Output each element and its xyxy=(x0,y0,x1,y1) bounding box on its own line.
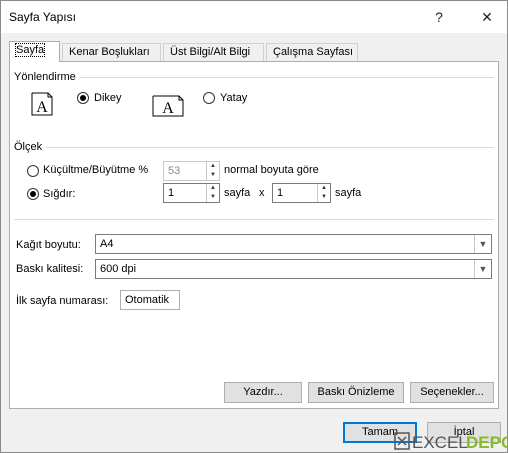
landscape-page-icon: A xyxy=(152,94,184,118)
adjust-suffix-label: normal boyuta göre xyxy=(224,164,319,176)
tab-sayfa-label: Sayfa xyxy=(14,43,46,57)
fit-wide-spinner-arrows[interactable]: ▲ ▼ xyxy=(206,184,219,202)
portrait-radio[interactable] xyxy=(77,92,89,104)
adjust-percent-value: 53 xyxy=(168,165,181,177)
fit-tall-spinner-arrows[interactable]: ▲ ▼ xyxy=(317,184,330,202)
tab-sayfa[interactable]: Sayfa xyxy=(9,41,60,62)
svg-text:EXCEL: EXCEL xyxy=(412,433,468,452)
fit-pages-wide-value: 1 xyxy=(168,187,175,199)
paper-size-value: A4 xyxy=(100,238,114,250)
paper-divider xyxy=(14,219,494,220)
fit-to-radio[interactable] xyxy=(27,188,39,200)
dialog-title: Sayfa Yapısı xyxy=(9,10,76,24)
landscape-radio[interactable] xyxy=(203,92,215,104)
tab-panel-sayfa: Yönlendirme A Dikey A Yatay Ölçek Küçült… xyxy=(9,61,499,409)
tab-kenar-bosluklari[interactable]: Kenar Boşlukları xyxy=(62,43,161,61)
svg-text:DEPO: DEPO xyxy=(466,433,508,452)
title-bar: Sayfa Yapısı ? ✕ xyxy=(1,1,507,33)
fit-wide-suffix-label: sayfa xyxy=(224,187,251,199)
tab-calisma-sayfasi[interactable]: Çalışma Sayfası xyxy=(266,43,358,61)
options-button[interactable]: Seçenekler... xyxy=(410,382,494,403)
tab-ust-alt-bilgi-label: Üst Bilgi/Alt Bilgi xyxy=(170,46,251,58)
fit-pages-wide-spinner[interactable]: 1 ▲ ▼ xyxy=(163,183,220,203)
first-page-number-input[interactable]: Otomatik xyxy=(120,290,180,310)
adjust-to-label[interactable]: Küçültme/Büyütme % xyxy=(43,164,148,176)
print-preview-button[interactable]: Baskı Önizleme xyxy=(308,382,404,403)
landscape-label[interactable]: Yatay xyxy=(220,92,247,104)
spin-down-icon[interactable]: ▼ xyxy=(207,171,219,180)
times-label: x xyxy=(259,187,265,199)
svg-text:A: A xyxy=(36,99,48,116)
spin-up-icon[interactable]: ▲ xyxy=(318,184,330,193)
print-quality-value: 600 dpi xyxy=(100,263,137,275)
svg-text:A: A xyxy=(162,100,174,117)
print-quality-label: Baskı kalitesi: xyxy=(16,263,84,275)
exceldepo-watermark: EXCEL DEPO xyxy=(393,427,508,453)
spin-up-icon[interactable]: ▲ xyxy=(207,184,219,193)
chevron-down-icon[interactable]: ▼ xyxy=(474,260,491,278)
scaling-divider xyxy=(14,147,494,148)
close-button[interactable]: ✕ xyxy=(475,5,499,29)
fit-tall-suffix-label: sayfa xyxy=(335,187,362,199)
adjust-to-radio[interactable] xyxy=(27,165,39,177)
tab-ust-alt-bilgi[interactable]: Üst Bilgi/Alt Bilgi xyxy=(163,43,264,61)
spin-down-icon[interactable]: ▼ xyxy=(207,193,219,202)
print-button[interactable]: Yazdır... xyxy=(224,382,302,403)
spin-down-icon[interactable]: ▼ xyxy=(318,193,330,202)
adjust-percent-spinner[interactable]: 53 ▲ ▼ xyxy=(163,161,220,181)
tab-calisma-sayfasi-label: Çalışma Sayfası xyxy=(273,46,354,58)
chevron-down-icon[interactable]: ▼ xyxy=(474,235,491,253)
fit-to-label[interactable]: Sığdır: xyxy=(43,188,75,200)
first-page-number-label: İlk sayfa numarası: xyxy=(16,295,109,307)
help-button[interactable]: ? xyxy=(427,5,451,29)
print-quality-select[interactable]: 600 dpi ▼ xyxy=(95,259,492,279)
orientation-divider xyxy=(14,77,494,78)
portrait-label[interactable]: Dikey xyxy=(94,92,122,104)
fit-pages-tall-value: 1 xyxy=(277,187,284,199)
portrait-page-icon: A xyxy=(28,92,56,116)
paper-size-label: Kağıt boyutu: xyxy=(16,239,81,251)
fit-pages-tall-spinner[interactable]: 1 ▲ ▼ xyxy=(272,183,331,203)
orientation-section-label: Yönlendirme xyxy=(14,71,80,83)
paper-size-select[interactable]: A4 ▼ xyxy=(95,234,492,254)
page-setup-dialog: Sayfa Yapısı ? ✕ Sayfa Kenar Boşlukları … xyxy=(0,0,508,453)
scaling-section-label: Ölçek xyxy=(14,141,47,153)
spin-up-icon[interactable]: ▲ xyxy=(207,162,219,171)
adjust-spinner-arrows[interactable]: ▲ ▼ xyxy=(206,162,219,180)
tab-kenar-bosluklari-label: Kenar Boşlukları xyxy=(69,46,150,58)
